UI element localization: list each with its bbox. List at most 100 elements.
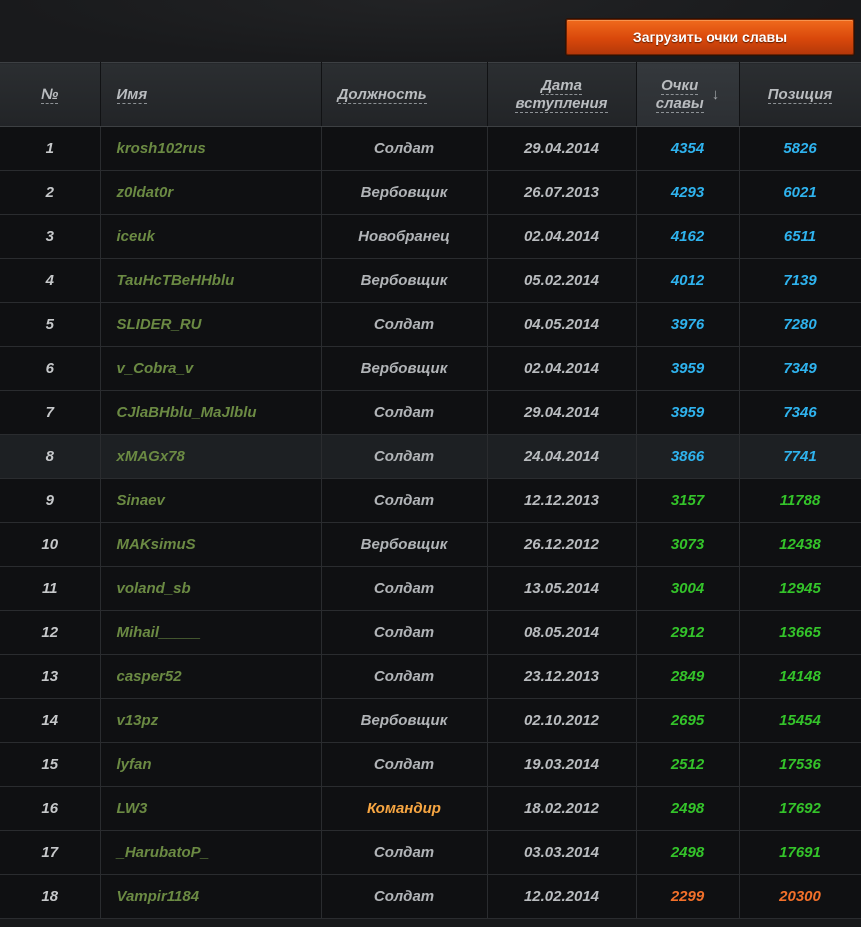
member-join-date: 19.03.2014	[487, 742, 637, 787]
member-glory-points: 2299	[636, 874, 740, 919]
column-header-role[interactable]: Должность	[321, 62, 488, 127]
table-row[interactable]: 7 CJlaBHblu_MaJlblu Солдат 29.04.2014 3959 73…	[0, 390, 861, 435]
member-position: 17691	[739, 830, 861, 875]
member-name-link[interactable]: casper52	[100, 654, 322, 699]
row-number: 10	[0, 522, 101, 567]
column-header-position[interactable]: Позиция	[739, 62, 861, 127]
member-name-link[interactable]: TauHcTBeHHblu	[100, 258, 322, 303]
row-number: 11	[0, 566, 101, 611]
member-name-link[interactable]: Sinaev	[100, 478, 322, 523]
member-position: 14148	[739, 654, 861, 699]
member-position: 6021	[739, 170, 861, 215]
column-header-glory-points[interactable]: Очки славы ↓	[636, 62, 740, 127]
member-position: 17692	[739, 786, 861, 831]
row-number: 9	[0, 478, 101, 523]
column-header-join-date[interactable]: Дата вступления	[487, 62, 637, 127]
member-join-date: 04.05.2014	[487, 302, 637, 347]
table-row[interactable]: 1 krosh102rus Солдат 29.04.2014 4354 5826	[0, 126, 861, 171]
member-name-link[interactable]: v_Cobra_v	[100, 346, 322, 391]
member-name-link[interactable]: SLIDER_RU	[100, 302, 322, 347]
column-header-role-label: Должность	[337, 86, 427, 104]
table-row[interactable]: 13 casper52 Солдат 23.12.2013 2849 14148	[0, 654, 861, 699]
column-header-name-label: Имя	[116, 86, 148, 104]
member-role: Новобранец	[321, 214, 488, 259]
member-glory-points: 4293	[636, 170, 740, 215]
table-row[interactable]: 11 voland_sb Солдат 13.05.2014 3004 12945	[0, 566, 861, 611]
row-number: 14	[0, 698, 101, 743]
column-header-name[interactable]: Имя	[100, 62, 322, 127]
row-number: 15	[0, 742, 101, 787]
row-number: 17	[0, 830, 101, 875]
member-glory-points: 4162	[636, 214, 740, 259]
member-position: 5826	[739, 126, 861, 171]
column-header-glory-points-line2: славы	[655, 94, 704, 113]
member-join-date: 02.04.2014	[487, 214, 637, 259]
table-row[interactable]: 17 _HarubatoP_ Солдат 03.03.2014 2498 17691	[0, 830, 861, 875]
table-row[interactable]: 3 iceuk Новобранец 02.04.2014 4162 6511	[0, 214, 861, 259]
member-join-date: 08.05.2014	[487, 610, 637, 655]
member-role: Вербовщик	[321, 522, 488, 567]
member-glory-points: 3866	[636, 434, 740, 479]
table-header-row: № Имя Должность Дата вступления Очки сла…	[0, 62, 861, 127]
row-number: 18	[0, 874, 101, 919]
row-number: 2	[0, 170, 101, 215]
table-row[interactable]: 10 MAKsimuS Вербовщик 26.12.2012 3073 12438	[0, 522, 861, 567]
table-row[interactable]: 14 v13pz Вербовщик 02.10.2012 2695 15454	[0, 698, 861, 743]
member-position: 7346	[739, 390, 861, 435]
member-role: Солдат	[321, 654, 488, 699]
member-role: Командир	[321, 786, 488, 831]
member-name-link[interactable]: CJlaBHblu_MaJlblu	[100, 390, 322, 435]
table-row[interactable]: 5 SLIDER_RU Солдат 04.05.2014 3976 7280	[0, 302, 861, 347]
member-glory-points: 2912	[636, 610, 740, 655]
member-glory-points: 3157	[636, 478, 740, 523]
column-header-glory-points-line1: Очки	[661, 76, 699, 95]
member-role: Солдат	[321, 434, 488, 479]
row-number: 13	[0, 654, 101, 699]
member-name-link[interactable]: v13pz	[100, 698, 322, 743]
table-row[interactable]: 2 z0ldat0r Вербовщик 26.07.2013 4293 6021	[0, 170, 861, 215]
member-position: 7349	[739, 346, 861, 391]
column-header-number[interactable]: №	[0, 62, 101, 127]
member-role: Солдат	[321, 126, 488, 171]
member-name-link[interactable]: voland_sb	[100, 566, 322, 611]
member-role: Вербовщик	[321, 346, 488, 391]
member-name-link[interactable]: _HarubatoP_	[100, 830, 322, 875]
table-row[interactable]: 6 v_Cobra_v Вербовщик 02.04.2014 3959 7349	[0, 346, 861, 391]
row-number: 4	[0, 258, 101, 303]
table-row[interactable]: 9 Sinaev Солдат 12.12.2013 3157 11788	[0, 478, 861, 523]
member-join-date: 23.12.2013	[487, 654, 637, 699]
member-role: Вербовщик	[321, 698, 488, 743]
row-number: 3	[0, 214, 101, 259]
member-name-link[interactable]: lyfan	[100, 742, 322, 787]
load-glory-points-button[interactable]: Загрузить очки славы	[566, 19, 854, 55]
table-row[interactable]: 8 xMAGx78 Солдат 24.04.2014 3866 7741	[0, 434, 861, 479]
member-role: Солдат	[321, 742, 488, 787]
member-join-date: 05.02.2014	[487, 258, 637, 303]
table-row[interactable]: 18 Vampir1184 Солдат 12.02.2014 2299 20300	[0, 874, 861, 919]
table-row[interactable]: 16 LW3 Командир 18.02.2012 2498 17692	[0, 786, 861, 831]
table-row[interactable]: 15 lyfan Солдат 19.03.2014 2512 17536	[0, 742, 861, 787]
column-header-join-date-line1: Дата	[541, 76, 582, 95]
row-number: 8	[0, 434, 101, 479]
member-name-link[interactable]: krosh102rus	[100, 126, 322, 171]
member-join-date: 29.04.2014	[487, 390, 637, 435]
column-header-position-label: Позиция	[767, 86, 833, 104]
member-name-link[interactable]: MAKsimuS	[100, 522, 322, 567]
member-position: 17536	[739, 742, 861, 787]
row-number: 5	[0, 302, 101, 347]
member-name-link[interactable]: LW3	[100, 786, 322, 831]
table-row[interactable]: 4 TauHcTBeHHblu Вербовщик 05.02.2014 4012 713…	[0, 258, 861, 303]
table-row[interactable]: 12 Mihail_____ Солдат 08.05.2014 2912 13665	[0, 610, 861, 655]
member-join-date: 12.02.2014	[487, 874, 637, 919]
member-position: 12945	[739, 566, 861, 611]
member-name-link[interactable]: xMAGx78	[100, 434, 322, 479]
member-name-link[interactable]: z0ldat0r	[100, 170, 322, 215]
member-role: Солдат	[321, 390, 488, 435]
column-header-number-label: №	[41, 86, 59, 104]
member-role: Вербовщик	[321, 170, 488, 215]
member-name-link[interactable]: Vampir1184	[100, 874, 322, 919]
member-role: Солдат	[321, 874, 488, 919]
member-position: 6511	[739, 214, 861, 259]
member-name-link[interactable]: iceuk	[100, 214, 322, 259]
member-name-link[interactable]: Mihail_____	[100, 610, 322, 655]
